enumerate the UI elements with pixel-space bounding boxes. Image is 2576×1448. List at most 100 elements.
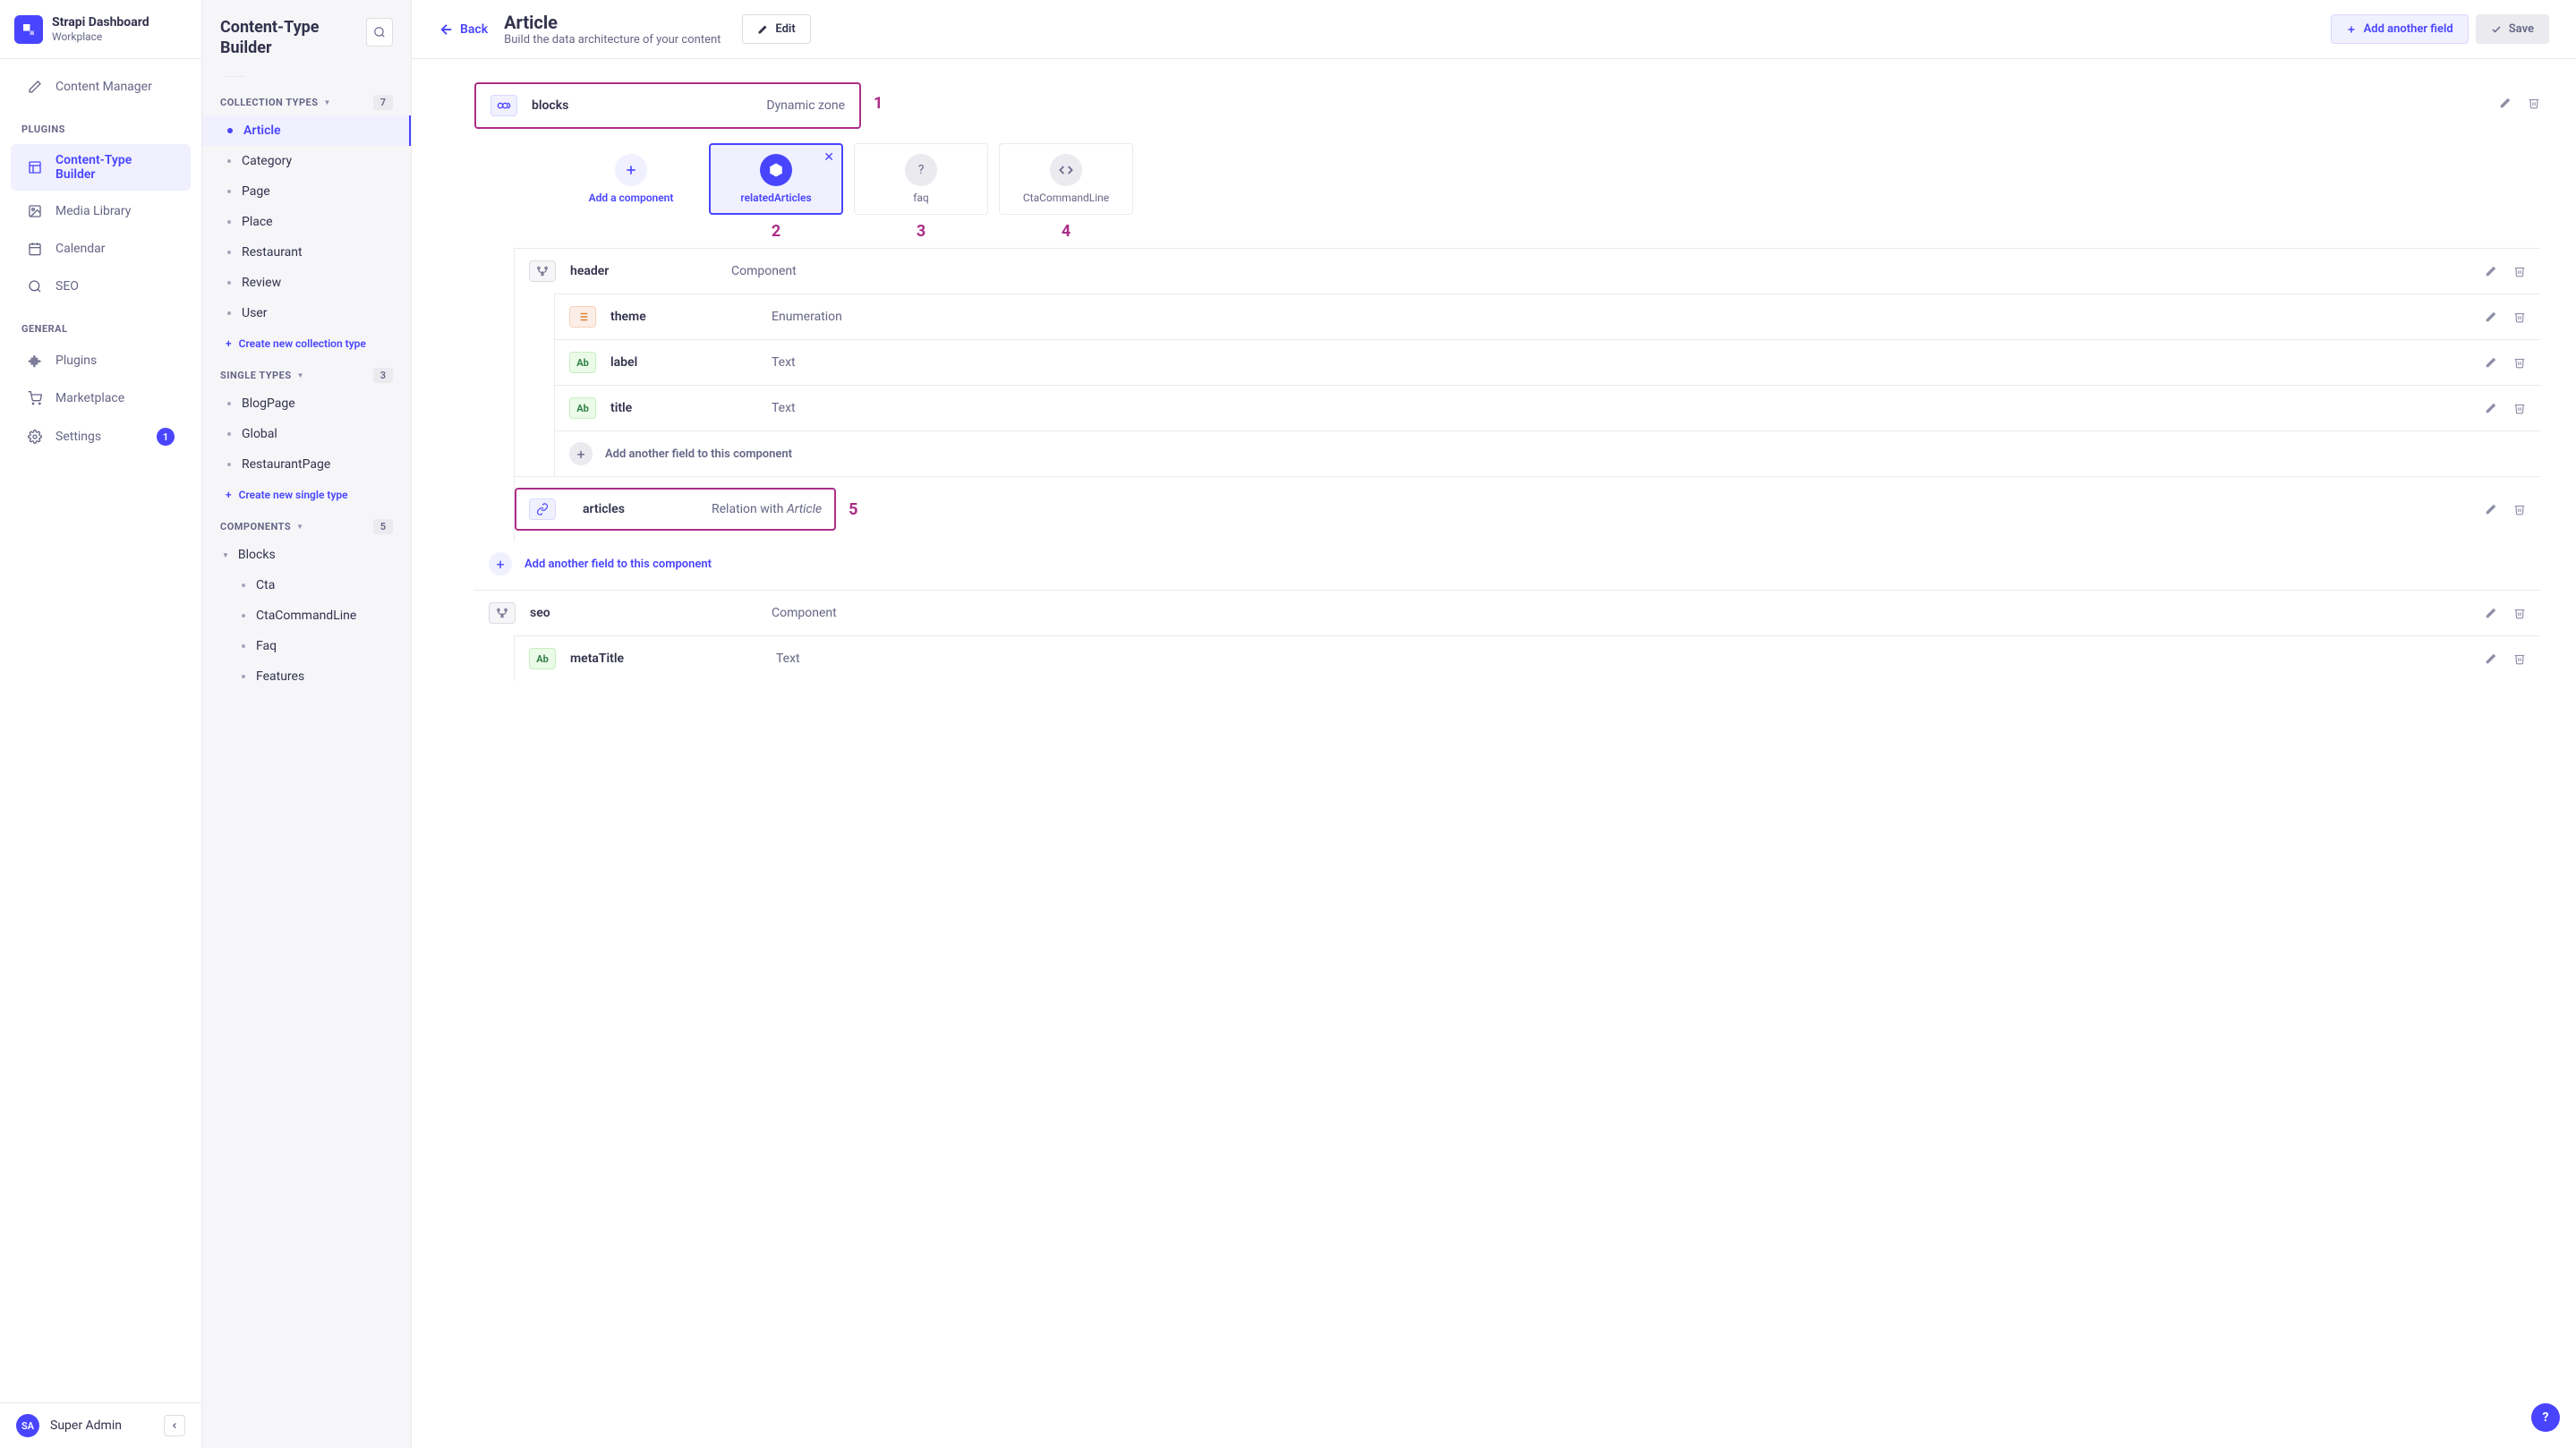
brand-title: Strapi Dashboard [52,15,149,30]
ctb-sidebar: Content-Type Builder COLLECTION TYPES ▼ … [202,0,412,1448]
annotation-3: 3 [854,222,988,241]
component-icon [529,260,556,282]
nav-content-type-builder[interactable]: Content-Type Builder [11,144,191,191]
plus-icon [615,154,647,186]
edit-field-icon[interactable] [2485,652,2497,665]
avatar[interactable]: SA [16,1414,39,1437]
chevron-down-icon: ▼ [297,371,304,379]
edit-field-icon[interactable] [2485,607,2497,619]
ctb-item-user[interactable]: User [202,298,411,328]
edit-field-icon[interactable] [2485,356,2497,369]
save-button[interactable]: Save [2476,14,2549,44]
field-theme[interactable]: theme Enumeration [555,294,2540,339]
nav-plugins[interactable]: Plugins [11,344,191,378]
ctb-item-page[interactable]: Page [202,176,411,207]
ctb-item-article[interactable]: Article [202,115,411,146]
nav-seo[interactable]: SEO [11,269,191,303]
ctb-component-cta[interactable]: Cta [202,570,411,600]
ctb-component-features[interactable]: Features [202,661,411,692]
ctb-group-blocks[interactable]: ▼ Blocks [202,540,411,570]
component-card-cta-command-line[interactable]: CtaCommandLine [999,143,1133,215]
dynamic-zone-icon [490,95,517,116]
ctb-item-global[interactable]: Global [202,419,411,449]
chevron-down-icon: ▼ [296,523,303,531]
delete-field-icon[interactable] [2528,97,2540,109]
nav-marketplace[interactable]: Marketplace [11,381,191,415]
components-count: 5 [373,519,393,534]
chevron-down-icon: ▼ [324,98,331,106]
create-single-button[interactable]: +Create new single type [202,480,411,514]
close-icon[interactable]: ✕ [823,150,834,165]
dz-component-picker: Add a component ✕ relatedArticles ? faq … [474,129,2540,222]
nav-settings[interactable]: Settings 1 [11,419,191,455]
edit-field-icon[interactable] [2485,265,2497,277]
ctb-item-category[interactable]: Category [202,146,411,176]
ctb-search-button[interactable] [366,18,393,47]
ctb-item-place[interactable]: Place [202,207,411,237]
field-title[interactable]: Ab title Text [555,385,2540,430]
delete-field-icon[interactable] [2513,503,2526,515]
layout-icon [27,159,43,175]
page-title: Article [504,12,721,33]
ctb-item-restaurantpage[interactable]: RestaurantPage [202,449,411,480]
collapse-sidebar-button[interactable] [164,1415,185,1436]
cart-icon [27,390,43,406]
edit-field-icon[interactable] [2485,503,2497,515]
add-field-to-component[interactable]: + Add another field to this component [474,541,2540,586]
component-card-faq[interactable]: ? faq [854,143,988,215]
edit-button[interactable]: Edit [742,14,810,44]
single-count: 3 [373,368,393,383]
plus-icon: + [569,442,593,465]
ctb-component-faq[interactable]: Faq [202,631,411,661]
add-another-field-button[interactable]: Add another field [2331,14,2469,44]
pencil-icon [27,79,43,95]
component-card-related-articles[interactable]: ✕ relatedArticles [709,143,843,215]
field-metatitle[interactable]: Ab metaTitle Text [515,635,2540,681]
image-icon [27,203,43,219]
delete-field-icon[interactable] [2513,356,2526,369]
edit-field-icon[interactable] [2485,402,2497,414]
calendar-icon [27,241,43,257]
ctb-single-types-header[interactable]: SINGLE TYPES ▼ 3 [202,362,411,388]
delete-field-icon[interactable] [2513,311,2526,323]
delete-field-icon[interactable] [2513,607,2526,619]
delete-field-icon[interactable] [2513,265,2526,277]
field-label[interactable]: Ab label Text [555,339,2540,385]
nav-media-library[interactable]: Media Library [11,194,191,228]
edit-field-icon[interactable] [2499,97,2512,109]
enum-icon [569,306,596,328]
field-seo[interactable]: seo Component [474,590,2540,635]
nav-content-manager[interactable]: Content Manager [11,70,191,104]
chevron-down-icon: ▼ [222,551,229,559]
ctb-item-review[interactable]: Review [202,268,411,298]
seo-nested: Ab metaTitle Text [514,635,2540,681]
collection-count: 7 [373,95,393,110]
create-collection-button[interactable]: +Create new collection type [202,328,411,362]
help-button[interactable]: ? [2531,1403,2560,1432]
add-component-card[interactable]: Add a component [564,143,698,215]
ctb-component-ctacommandline[interactable]: CtaCommandLine [202,600,411,631]
delete-field-icon[interactable] [2513,402,2526,414]
annotation-1: 1 [874,94,883,113]
nav-calendar[interactable]: Calendar [11,232,191,266]
field-articles[interactable]: articles Relation with Article [515,488,836,531]
sidebar-header: Strapi Dashboard Workplace [0,0,201,59]
add-field-to-header[interactable]: + Add another field to this component [555,430,2540,476]
delete-field-icon[interactable] [2513,652,2526,665]
search-icon [27,278,43,294]
puzzle-icon [27,353,43,369]
topbar: Back Article Build the data architecture… [412,0,2576,59]
ctb-components-header[interactable]: COMPONENTS ▼ 5 [202,514,411,540]
field-blocks[interactable]: blocks Dynamic zone [474,82,861,129]
ctb-title: Content-Type Builder [220,18,366,58]
edit-field-icon[interactable] [2485,311,2497,323]
annotation-4: 4 [999,222,1133,241]
cube-icon [760,154,792,186]
field-header[interactable]: header Component [515,248,2540,294]
ctb-collection-types-header[interactable]: COLLECTION TYPES ▼ 7 [202,89,411,115]
ctb-item-restaurant[interactable]: Restaurant [202,237,411,268]
text-icon: Ab [569,397,596,419]
back-button[interactable]: Back [439,21,488,38]
sidebar-footer: SA Super Admin [0,1402,201,1448]
ctb-item-blogpage[interactable]: BlogPage [202,388,411,419]
